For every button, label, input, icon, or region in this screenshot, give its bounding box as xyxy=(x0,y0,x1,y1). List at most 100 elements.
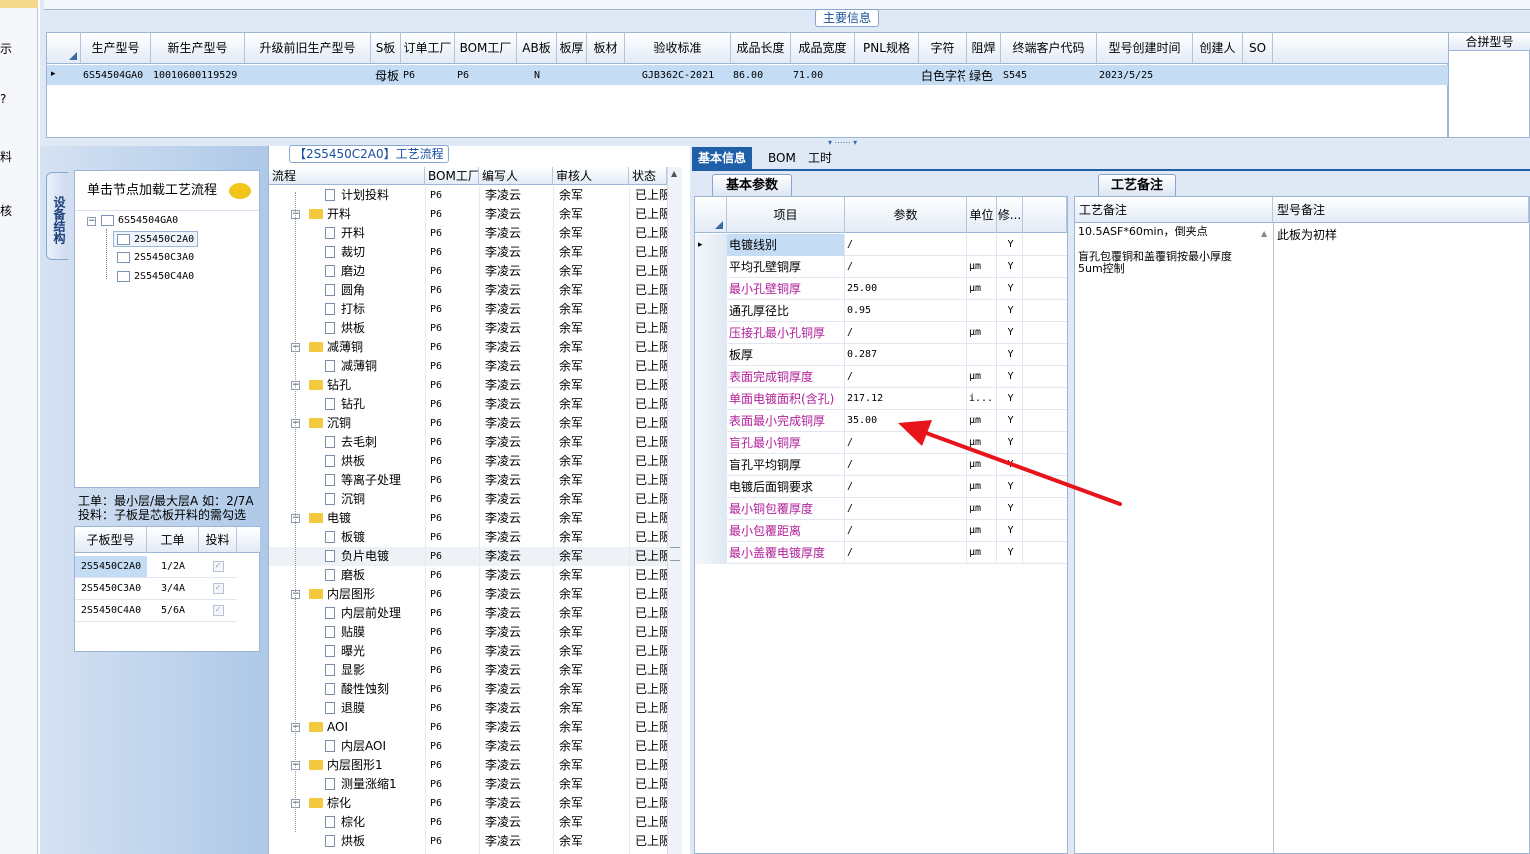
board-material-cell[interactable] xyxy=(589,66,623,86)
param-row[interactable]: 最小孔壁铜厚 25.00 μm Y xyxy=(695,278,1067,300)
nav-item-4[interactable]: 核 xyxy=(0,202,12,219)
param-row[interactable]: 最小铜包覆厚度 / μm Y xyxy=(695,498,1067,520)
unit-cell[interactable]: μm xyxy=(967,432,997,454)
process-row[interactable]: 开料 P6 李凌云 余军 已上阪 xyxy=(269,224,671,243)
unit-cell[interactable]: μm xyxy=(967,542,997,564)
s-board-cell[interactable]: 母板 xyxy=(373,66,399,86)
modify-cell[interactable]: Y xyxy=(997,256,1023,278)
param-cell[interactable]: / xyxy=(845,454,967,476)
process-row[interactable]: 烘板 P6 李凌云 余军 已上阪 xyxy=(269,319,671,338)
item-cell[interactable]: 平均孔壁铜厚 xyxy=(727,256,845,278)
acceptance-standard-header[interactable]: 验收标准 xyxy=(625,33,731,64)
ab-board-cell[interactable]: N xyxy=(519,66,555,86)
process-row[interactable]: 减薄铜 P6 李凌云 余军 已上阪 xyxy=(269,357,671,376)
param-row[interactable]: 表面最小完成铜厚 35.00 μm Y xyxy=(695,410,1067,432)
acceptance-standard-cell[interactable]: GJB362C-2021 xyxy=(627,66,729,86)
new-production-model-header[interactable]: 新生产型号 xyxy=(151,33,245,64)
unit-cell[interactable]: μm xyxy=(967,410,997,432)
process-row[interactable]: 裁切 P6 李凌云 余军 已上阪 xyxy=(269,243,671,262)
feed-cell[interactable]: ✓ xyxy=(199,578,237,600)
unit-cell[interactable]: μm xyxy=(967,476,997,498)
process-row[interactable]: − 沉铜 P6 李凌云 余军 已上阪 xyxy=(269,414,671,433)
modify-cell[interactable]: Y xyxy=(997,278,1023,300)
model-created-time-cell[interactable]: 2023/5/25 xyxy=(1099,66,1191,86)
unit-cell[interactable]: μm xyxy=(967,366,997,388)
param-cell[interactable]: / xyxy=(845,520,967,542)
process-row[interactable]: − 钻孔 P6 李凌云 余军 已上阪 xyxy=(269,376,671,395)
board-material-header[interactable]: 板材 xyxy=(587,33,625,64)
feed-cell[interactable]: ✓ xyxy=(199,600,237,622)
process-row[interactable]: 打标 P6 李凌云 余军 已上阪 xyxy=(269,300,671,319)
param-cell[interactable]: / xyxy=(845,234,967,256)
param-row[interactable]: 平均孔壁铜厚 / μm Y xyxy=(695,256,1067,278)
unit-cell[interactable]: μm xyxy=(967,454,997,476)
tree-collapse-icon[interactable]: − xyxy=(87,217,96,226)
feed-checkbox[interactable]: ✓ xyxy=(212,604,224,616)
node-checkbox[interactable] xyxy=(117,251,130,263)
model-note-text[interactable]: 此板为初样 xyxy=(1277,226,1337,243)
process-row[interactable]: − 内层图形 P6 李凌云 余军 已上阪 xyxy=(269,585,671,604)
param-cell[interactable]: / xyxy=(845,432,967,454)
bom-factory-cell[interactable]: P6 xyxy=(457,66,515,86)
process-row[interactable]: 显影 P6 李凌云 余军 已上阪 xyxy=(269,661,671,680)
tree-child-node[interactable]: 2S5450C2A0 xyxy=(113,231,199,247)
finished-width-header[interactable]: 成品宽度 xyxy=(791,33,855,64)
modify-cell[interactable]: Y xyxy=(997,476,1023,498)
process-row[interactable]: 曝光 P6 李凌云 余军 已上阪 xyxy=(269,642,671,661)
tree-root-node[interactable]: 6S54504GA0 xyxy=(101,213,178,229)
process-notes-tab[interactable]: 工艺备注 xyxy=(1098,174,1176,196)
modify-cell[interactable]: Y xyxy=(997,234,1023,256)
modify-cell[interactable]: Y xyxy=(997,344,1023,366)
tab-bom[interactable]: BOM xyxy=(762,147,802,169)
new-production-model-cell[interactable]: 10010600119529 xyxy=(153,66,243,86)
unit-cell[interactable]: μm xyxy=(967,520,997,542)
process-note-text[interactable]: 10.5ASF*60min，倒夹点 盲孔包覆铜和盖覆铜按最小厚度 5um控制 xyxy=(1078,226,1258,275)
order-cell[interactable]: 1/2A xyxy=(147,556,199,578)
character-cell[interactable]: 白色字符 xyxy=(921,66,965,86)
node-checkbox[interactable] xyxy=(117,270,130,282)
process-row[interactable]: 内层AOI P6 李凌云 余军 已上阪 xyxy=(269,737,671,756)
param-row[interactable]: 通孔厚径比 0.95 Y xyxy=(695,300,1067,322)
process-row[interactable]: 等离子处理 P6 李凌云 余军 已上阪 xyxy=(269,471,671,490)
process-row[interactable]: 烘板 P6 李凌云 余军 已上阪 xyxy=(269,832,671,851)
old-production-model-header[interactable]: 升级前旧生产型号 xyxy=(245,33,371,64)
node-checkbox[interactable] xyxy=(101,214,114,226)
unit-cell[interactable]: μm xyxy=(967,278,997,300)
unit-cell[interactable]: μm xyxy=(967,498,997,520)
unit-cell[interactable]: i... xyxy=(967,388,997,410)
param-cell[interactable]: 0.95 xyxy=(845,300,967,322)
param-cell[interactable]: / xyxy=(845,476,967,498)
end-customer-code-cell[interactable]: S545 xyxy=(1003,66,1095,86)
nav-item-3[interactable]: 料 xyxy=(0,148,12,165)
finished-width-cell[interactable]: 71.00 xyxy=(793,66,853,86)
param-cell[interactable]: 0.287 xyxy=(845,344,967,366)
ab-board-header[interactable]: AB板 xyxy=(517,33,557,64)
process-row[interactable]: − AOI P6 李凌云 余军 已上阪 xyxy=(269,718,671,737)
tree-child-node[interactable]: 2S5450C4A0 xyxy=(117,269,194,285)
order-cell[interactable]: 3/4A xyxy=(147,578,199,600)
modify-cell[interactable]: Y xyxy=(997,300,1023,322)
character-header[interactable]: 字符 xyxy=(919,33,967,64)
unit-cell[interactable] xyxy=(967,300,997,322)
old-production-model-cell[interactable] xyxy=(247,66,369,86)
param-cell[interactable]: 35.00 xyxy=(845,410,967,432)
item-cell[interactable]: 电镀线别 xyxy=(727,234,845,256)
process-scrollbar[interactable]: ▲ xyxy=(667,167,682,854)
pnl-spec-cell[interactable] xyxy=(857,66,917,86)
end-customer-code-header[interactable]: 终端客户代码 xyxy=(1001,33,1097,64)
feed-cell[interactable]: ✓ xyxy=(199,556,237,578)
process-row[interactable]: 测量涨缩1 P6 李凌云 余军 已上阪 xyxy=(269,775,671,794)
sub-board-cell[interactable]: 2S5450C3A0 xyxy=(75,578,147,600)
modify-cell[interactable]: Y xyxy=(997,432,1023,454)
param-cell[interactable]: / xyxy=(845,366,967,388)
param-cell[interactable]: 217.12 xyxy=(845,388,967,410)
order-factory-cell[interactable]: P6 xyxy=(403,66,453,86)
process-row[interactable]: − 开料 P6 李凌云 余军 已上阪 xyxy=(269,205,671,224)
modify-cell[interactable]: Y xyxy=(997,520,1023,542)
param-row[interactable]: 表面完成铜厚度 / μm Y xyxy=(695,366,1067,388)
process-row[interactable]: − 电镀 P6 李凌云 余军 已上阪 xyxy=(269,509,671,528)
feed-checkbox[interactable]: ✓ xyxy=(212,582,224,594)
param-row[interactable]: 盲孔平均铜厚 / μm Y xyxy=(695,454,1067,476)
modify-cell[interactable]: Y xyxy=(997,388,1023,410)
s-board-header[interactable]: S板 xyxy=(371,33,401,64)
